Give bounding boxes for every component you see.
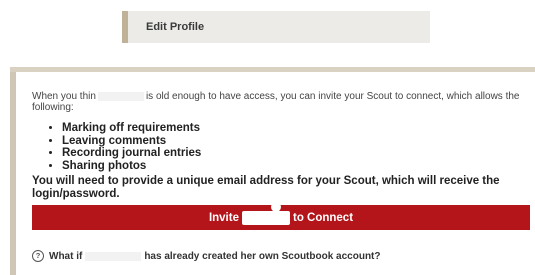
faq-text-after: has already created her own Scoutbook ac… bbox=[144, 250, 381, 262]
redacted-name bbox=[97, 91, 144, 101]
faq-text-before: What if bbox=[49, 250, 83, 262]
invite-button-label-before: Invite bbox=[208, 211, 239, 224]
invite-button-label-after: to Connect bbox=[292, 211, 354, 224]
feature-item: Sharing photos bbox=[62, 160, 201, 173]
intro-text: When you thin is old enough to have acces… bbox=[32, 91, 522, 113]
redacted-name bbox=[241, 210, 290, 225]
feature-item: Leaving comments bbox=[62, 135, 201, 148]
email-notice: You will need to provide a unique email … bbox=[32, 175, 500, 200]
edit-profile-tab[interactable]: Edit Profile bbox=[122, 11, 430, 43]
intro-text-before: When you thin bbox=[32, 91, 96, 102]
faq-link[interactable]: ? What if has already created her own Sc… bbox=[32, 250, 381, 262]
invite-to-connect-button[interactable]: Invite to Connect bbox=[32, 202, 530, 230]
mouse-cursor bbox=[271, 202, 281, 212]
edit-profile-label: Edit Profile bbox=[146, 21, 205, 33]
feature-item: Recording journal entries bbox=[62, 147, 201, 160]
feature-list: Marking off requirements Leaving comment… bbox=[32, 122, 201, 172]
redacted-name bbox=[85, 251, 142, 261]
feature-item: Marking off requirements bbox=[62, 122, 201, 135]
help-circle-icon: ? bbox=[32, 250, 44, 262]
